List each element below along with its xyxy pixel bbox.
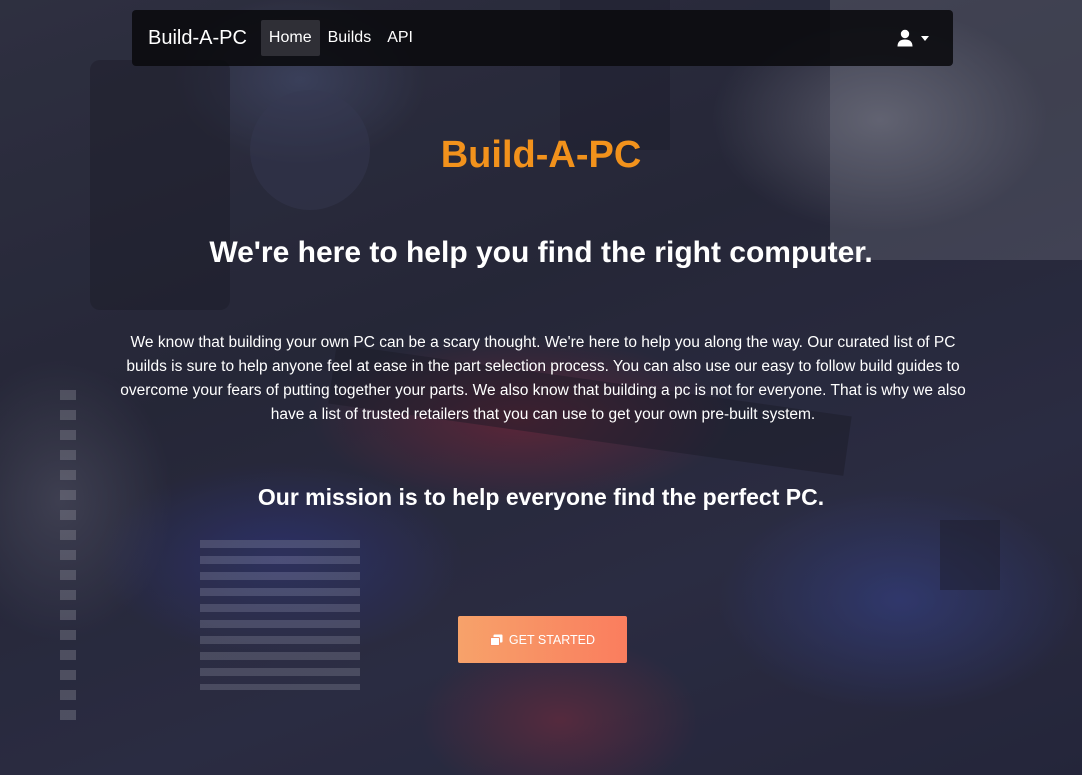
clone-icon xyxy=(489,634,503,646)
user-menu-dropdown[interactable] xyxy=(897,29,929,47)
hero-description: We know that building your own PC can be… xyxy=(120,334,966,423)
navbar: Build-A-PC Home Builds API xyxy=(132,10,953,66)
nav-link-builds[interactable]: Builds xyxy=(320,20,380,56)
mission-statement: Our mission is to help everyone find the… xyxy=(257,484,825,510)
user-icon xyxy=(897,29,913,47)
nav-link-api[interactable]: API xyxy=(379,20,421,56)
get-started-button[interactable]: GET STARTED xyxy=(458,616,627,663)
hero-title: Build-A-PC xyxy=(440,134,642,176)
get-started-label: GET STARTED xyxy=(508,632,596,647)
nav-link-home[interactable]: Home xyxy=(260,20,320,56)
chevron-down-icon xyxy=(921,35,929,41)
hero-tagline: We're here to help you find the right co… xyxy=(209,236,873,269)
navbar-brand[interactable]: Build-A-PC xyxy=(148,27,247,50)
